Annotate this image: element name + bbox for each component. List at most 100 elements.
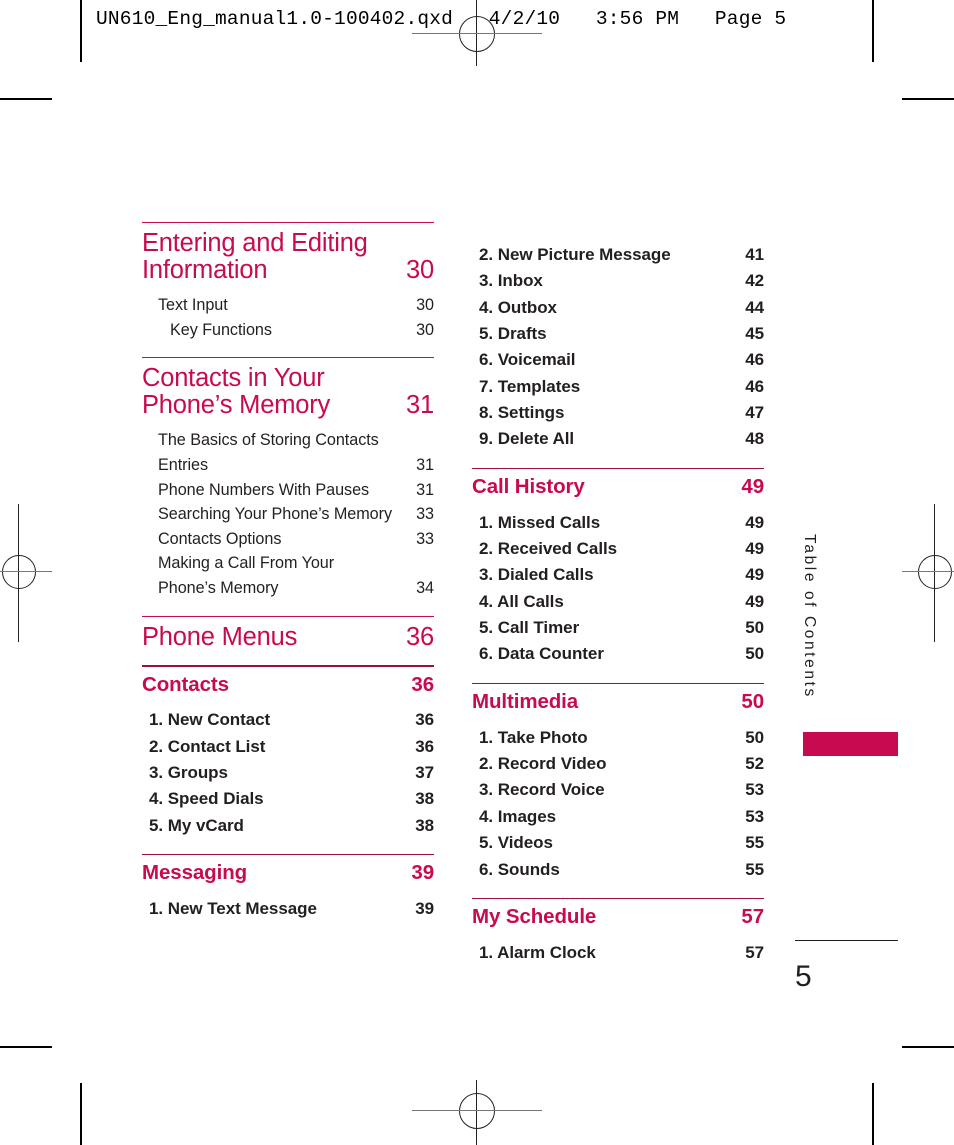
toc-entry-page: 34: [416, 579, 434, 598]
toc-section-heading-entering-and-editing-information[interactable]: Entering and Editing Information 30: [142, 223, 434, 283]
toc-entry-3-groups[interactable]: 3. Groups 37: [142, 760, 434, 786]
toc-entry-5-call-timer[interactable]: 5. Call Timer 50: [472, 615, 764, 641]
toc-section-title: Entering and Editing Information: [142, 229, 368, 284]
toc-entry-label: 5. My vCard: [149, 815, 244, 835]
toc-entry-4-outbox[interactable]: 4. Outbox 44: [472, 295, 764, 321]
toc-entry-page: 33: [416, 505, 434, 524]
toc-entry-2-new-picture-message[interactable]: 2. New Picture Message 41: [472, 242, 764, 268]
toc-entry-label: 5. Videos: [479, 833, 553, 853]
toc-entry-page: 55: [745, 833, 764, 853]
toc-entry-page: 33: [416, 529, 434, 548]
toc-entry-page: 30: [416, 320, 434, 339]
toc-entry-6-voicemail[interactable]: 6. Voicemail 46: [472, 347, 764, 373]
toc-entry-page: 30: [416, 296, 434, 315]
toc-entry-8-settings[interactable]: 8. Settings 47: [472, 400, 764, 426]
toc-entry-label: 6. Data Counter: [479, 644, 604, 664]
toc-entry-label: 4. Images: [479, 806, 557, 826]
toc-entry-label: 6. Voicemail: [479, 350, 576, 370]
toc-entry-1-take-photo[interactable]: 1. Take Photo 50: [472, 725, 764, 751]
folio-rule: [795, 940, 898, 942]
toc-section-title: Messaging: [142, 861, 248, 885]
toc-entry-7-templates[interactable]: 7. Templates 46: [472, 374, 764, 400]
toc-section-heading-contacts[interactable]: Contacts 36: [142, 667, 434, 698]
toc-section-heading-contacts-in-your-phone-s-memory[interactable]: Contacts in Your Phone’s Memory 31: [142, 358, 434, 418]
toc-section-title: Phone Menus: [142, 622, 298, 651]
toc-entry-page: 44: [745, 297, 764, 317]
toc-entry-page: 53: [745, 780, 764, 800]
toc-entry-label: 5. Drafts: [479, 324, 547, 344]
toc-entry-label: Making a Call From Your Phone’s Memory: [158, 554, 335, 598]
toc-entry-6-sounds[interactable]: 6. Sounds 55: [472, 857, 764, 883]
toc-entry-text-input[interactable]: Text Input 30: [142, 293, 434, 318]
toc-entry-label: 1. Missed Calls: [479, 512, 601, 532]
toc-section-page: 31: [406, 390, 434, 419]
toc-entry-phone-numbers-with-pauses[interactable]: Phone Numbers With Pauses 31: [142, 478, 434, 503]
toc-entry-1-new-contact[interactable]: 1. New Contact 36: [142, 707, 434, 733]
toc-section-heading-messaging[interactable]: Messaging 39: [142, 855, 434, 886]
toc-entry-5-videos[interactable]: 5. Videos 55: [472, 830, 764, 856]
toc-entry-3-record-voice[interactable]: 3. Record Voice 53: [472, 777, 764, 803]
toc-entry-5-my-vcard[interactable]: 5. My vCard 38: [142, 813, 434, 839]
toc-entry-page: 49: [745, 539, 764, 559]
toc-entry-page: 49: [745, 512, 764, 532]
toc-entry-the-basics-of-storing-contacts-entries[interactable]: The Basics of Storing Contacts Entries 31: [142, 428, 434, 477]
toc-section-page: 39: [411, 861, 434, 885]
toc-entry-1-alarm-clock[interactable]: 1. Alarm Clock 57: [472, 940, 764, 966]
toc-entry-label: The Basics of Storing Contacts Entries: [158, 431, 379, 474]
toc-section-page: 50: [741, 690, 764, 714]
toc-entry-searching-your-phone-s-memory[interactable]: Searching Your Phone’s Memory 33: [142, 502, 434, 527]
toc-entry-2-contact-list[interactable]: 2. Contact List 36: [142, 734, 434, 760]
toc-entry-page: 53: [745, 806, 764, 826]
toc-entry-page: 39: [415, 898, 434, 918]
toc-entry-5-drafts[interactable]: 5. Drafts 45: [472, 321, 764, 347]
toc-entry-page: 50: [745, 644, 764, 664]
toc-entry-label: 3. Groups: [149, 762, 228, 782]
toc-entry-4-all-calls[interactable]: 4. All Calls 49: [472, 589, 764, 615]
toc-entry-6-data-counter[interactable]: 6. Data Counter 50: [472, 641, 764, 667]
toc-entry-4-speed-dials[interactable]: 4. Speed Dials 38: [142, 786, 434, 812]
toc-section-page: 30: [406, 255, 434, 284]
toc-entry-9-delete-all[interactable]: 9. Delete All 48: [472, 426, 764, 452]
toc-entry-label: 2. Record Video: [479, 754, 607, 774]
toc-entry-label: 4. Speed Dials: [149, 789, 264, 809]
toc-section-heading-call-history[interactable]: Call History 49: [472, 469, 764, 500]
toc-entry-page: 55: [745, 859, 764, 879]
toc-entry-page: 42: [745, 271, 764, 291]
toc-left-column: Entering and Editing Information 30 Text I…: [142, 222, 434, 922]
toc-entry-contacts-options[interactable]: Contacts Options 33: [142, 527, 434, 552]
toc-entry-2-received-calls[interactable]: 2. Received Calls 49: [472, 536, 764, 562]
toc-section-title: My Schedule: [472, 905, 597, 929]
toc-entry-1-missed-calls[interactable]: 1. Missed Calls 49: [472, 510, 764, 536]
toc-entry-label: 6. Sounds: [479, 859, 560, 879]
toc-entry-page: 36: [415, 736, 434, 756]
toc-entry-page: 57: [745, 942, 764, 962]
toc-entry-page: 49: [745, 591, 764, 611]
toc-entry-key-functions[interactable]: Key Functions 30: [142, 318, 434, 343]
toc-entry-label: 1. New Contact: [149, 710, 271, 730]
toc-entry-label: Key Functions: [170, 320, 272, 339]
toc-entry-1-new-text-message[interactable]: 1. New Text Message 39: [142, 896, 434, 922]
toc-entry-2-record-video[interactable]: 2. Record Video 52: [472, 751, 764, 777]
toc-entry-4-images[interactable]: 4. Images 53: [472, 804, 764, 830]
toc-entry-3-dialed-calls[interactable]: 3. Dialed Calls 49: [472, 562, 764, 588]
toc-entry-label: 2. Received Calls: [479, 539, 618, 559]
toc-entry-label: 3. Dialed Calls: [479, 565, 594, 585]
toc-entry-3-inbox[interactable]: 3. Inbox 42: [472, 268, 764, 294]
toc-section-heading-my-schedule[interactable]: My Schedule 57: [472, 899, 764, 930]
toc-section-title: Contacts in Your Phone’s Memory: [142, 364, 331, 419]
toc-entry-making-a-call-from-your-phone-s-memory[interactable]: Making a Call From Your Phone’s Memory 34: [142, 551, 434, 600]
side-tab-marker: [803, 732, 898, 756]
toc-entry-label: Contacts Options: [158, 529, 282, 548]
side-tab-label: Table of Contents: [801, 534, 818, 699]
toc-section-heading-multimedia[interactable]: Multimedia 50: [472, 684, 764, 715]
page-number: 5: [795, 960, 812, 993]
toc-section-heading-phone-menus[interactable]: Phone Menus 36: [142, 617, 434, 651]
